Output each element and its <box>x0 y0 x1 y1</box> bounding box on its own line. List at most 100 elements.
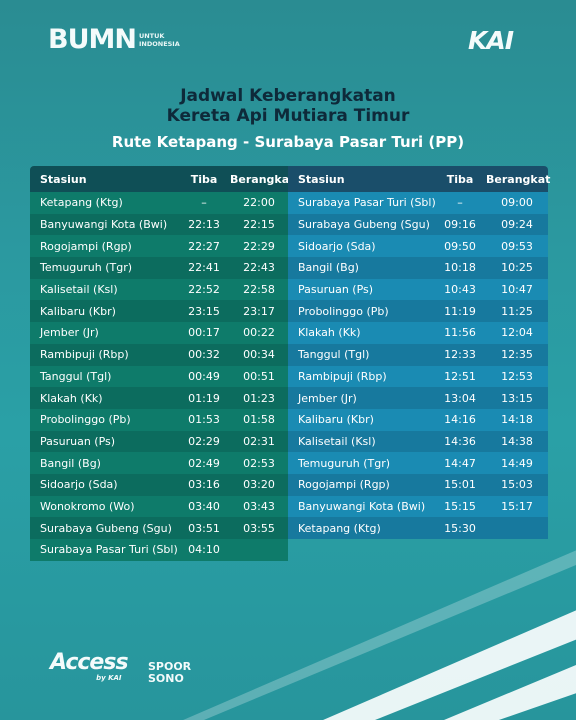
table-row: Rambipuji (Rbp) 12:51 12:53 <box>288 365 548 388</box>
table-row: Kalisetail (Ksl) 14:36 14:38 <box>288 430 548 453</box>
station-cell: Bangil (Bg) <box>298 261 359 275</box>
table-header: Stasiun Tiba Berangkat <box>288 166 551 192</box>
table-row: Ketapang (Ktg) 15:30 <box>288 517 548 539</box>
route-subtitle: Rute Ketapang - Surabaya Pasar Turi (PP) <box>111 133 465 151</box>
station-cell: Pasuruan (Ps) <box>40 434 116 448</box>
table-row: Surabaya Pasar Turi (Sbl) – 09:00 <box>288 192 548 214</box>
departure-time-cell: 09:24 <box>501 218 533 232</box>
station-cell: Surabaya Pasar Turi (Sbl) <box>298 196 436 210</box>
table-row: Surabaya Pasar Turi (Sbl) 04:10 <box>30 539 288 561</box>
departure-time-cell: 00:34 <box>243 348 275 362</box>
departure-time-cell: 14:49 <box>501 456 533 470</box>
arrival-time-cell: 11:19 <box>444 304 476 318</box>
station-cell: Ketapang (Ktg) <box>298 521 381 535</box>
departure-time-cell: 12:35 <box>501 348 533 362</box>
kai-logo: KAI <box>468 26 514 55</box>
arrival-time-cell: 14:47 <box>444 456 476 470</box>
access-wordmark: Access <box>50 650 129 675</box>
station-cell: Probolinggo (Pb) <box>298 304 389 318</box>
table-body: Surabaya Pasar Turi (Sbl) –09:00 Surabaya … <box>288 192 548 539</box>
access-byline: by KAI <box>96 674 122 682</box>
table-body: Ketapang (Ktg) – 22:00 Banyuwangi Kota (Bwi… <box>30 192 288 561</box>
table-row: Temuguruh (Tgr) 14:47 14:49 <box>288 452 548 474</box>
station-cell: Rambipuji (Rbp) <box>40 348 129 362</box>
departure-time-cell: 11:25 <box>501 304 533 318</box>
departure-time-cell: 22:58 <box>243 283 275 297</box>
departure-time-cell: 02:31 <box>243 434 275 448</box>
departure-time-cell: 01:58 <box>243 413 275 427</box>
arrival-time-cell: 00:17 <box>188 326 220 340</box>
station-cell: Banyuwangi Kota (Bwi) <box>298 499 426 513</box>
table-row: Ketapang (Ktg) – 22:00 <box>30 192 288 214</box>
station-cell: Bangil (Bg) <box>40 456 101 470</box>
arrival-time-cell: 00:49 <box>188 369 220 383</box>
departure-time-cell: 10:25 <box>501 261 533 275</box>
departure-time-cell: 15:03 <box>501 478 533 492</box>
table-row: Klakah (Kk) 01:19 01:23 <box>30 387 288 409</box>
table-row: Rogojampi (Rgp) 22:27 22:29 <box>30 235 288 258</box>
bumn-wordmark: BUMN <box>48 24 137 55</box>
table-row: Pasuruan (Ps) 02:29 02:31 <box>30 430 288 453</box>
arrival-time-cell: 22:52 <box>188 283 220 297</box>
arrival-time-cell: 10:43 <box>444 283 476 297</box>
table-row: Temuguruh (Tgr) 22:41 22:43 <box>30 257 288 279</box>
access-by-kai-logo: Access by KAI <box>50 650 129 683</box>
bumn-tagline: UNTUK INDONESIA <box>138 31 180 48</box>
arrival-time-cell: 10:18 <box>444 261 476 275</box>
schedule-title: Jadwal Keberangkatan <box>180 86 396 106</box>
departure-time-cell: 12:04 <box>501 326 533 340</box>
table-header: Stasiun Tiba Berangkat <box>30 166 295 192</box>
arrival-time-cell: 12:51 <box>444 369 476 383</box>
station-cell: Sidoarjo (Sda) <box>40 478 118 492</box>
station-cell: Kalisetail (Ksl) <box>40 283 118 297</box>
station-cell: Rogojampi (Rgp) <box>298 478 390 492</box>
arrival-time-cell: 14:36 <box>444 434 476 448</box>
station-cell: Wonokromo (Wo) <box>40 499 135 513</box>
departure-time-cell: 03:55 <box>243 521 275 535</box>
arrival-time-cell: 09:16 <box>444 218 476 232</box>
header-station: Stasiun <box>40 172 87 186</box>
station-cell: Tanggul (Tgl) <box>40 369 112 383</box>
header-depart: Berangkat <box>230 172 295 186</box>
arrival-time-cell: 01:53 <box>188 413 220 427</box>
arrival-time-cell: 03:40 <box>188 499 220 513</box>
departure-time-cell: 00:51 <box>243 369 275 383</box>
header-depart: Berangkat <box>486 172 551 186</box>
table-row: Klakah (Kk) 11:56 12:04 <box>288 322 548 344</box>
header-arrive: Tiba <box>190 172 218 186</box>
table-row: Sidoarjo (Sda) 09:50 09:53 <box>288 235 548 258</box>
departure-time-cell: 03:20 <box>243 478 275 492</box>
departure-time-cell: 12:53 <box>501 369 533 383</box>
station-cell: Kalisetail (Ksl) <box>298 434 376 448</box>
station-cell: Surabaya Gubeng (Sgu) <box>40 521 172 535</box>
table-row: Kalibaru (Kbr) 14:16 14:18 <box>288 408 548 431</box>
arrival-time-cell: 01:19 <box>188 391 220 405</box>
station-cell: Klakah (Kk) <box>40 391 103 405</box>
departure-time-cell: 14:18 <box>501 413 533 427</box>
departure-time-cell: 14:38 <box>501 434 533 448</box>
departure-time-cell: 09:53 <box>501 239 533 253</box>
departure-time-cell: 22:00 <box>243 196 275 210</box>
departure-time-cell: 13:15 <box>501 391 533 405</box>
station-cell: Jember (Jr) <box>40 326 99 340</box>
header-arrive: Tiba <box>446 172 474 186</box>
table-row: Banyuwangi Kota (Bwi) 15:15 15:17 <box>288 495 548 518</box>
table-row: Probolinggo (Pb) 01:53 01:58 <box>30 408 288 431</box>
departure-time-cell: 02:53 <box>243 456 275 470</box>
station-cell: Temuguruh (Tgr) <box>298 456 391 470</box>
table-row: Sidoarjo (Sda) 03:16 03:20 <box>30 473 288 496</box>
table-row: Pasuruan (Ps) 10:43 10:47 <box>288 278 548 301</box>
station-cell: Kalibaru (Kbr) <box>298 413 374 427</box>
station-cell: Klakah (Kk) <box>298 326 361 340</box>
train-name: Kereta Api Mutiara Timur <box>166 106 410 126</box>
table-row: Wonokromo (Wo) 03:40 03:43 <box>30 495 288 518</box>
departure-time-cell: 01:23 <box>243 391 275 405</box>
bumn-logo: BUMN UNTUK INDONESIA <box>48 26 180 53</box>
station-cell: Surabaya Pasar Turi (Sbl) <box>40 543 178 557</box>
arrival-time-cell: 22:41 <box>188 261 220 275</box>
table-row: Kalisetail (Ksl) 22:52 22:58 <box>30 278 288 301</box>
header-station: Stasiun <box>298 172 345 186</box>
return-schedule-table: Stasiun Tiba Berangkat Surabaya Pasar Tu… <box>288 166 551 539</box>
table-row: Probolinggo (Pb) 11:19 11:25 <box>288 300 548 323</box>
top-bar: BUMN UNTUK INDONESIA KAI <box>0 0 576 78</box>
